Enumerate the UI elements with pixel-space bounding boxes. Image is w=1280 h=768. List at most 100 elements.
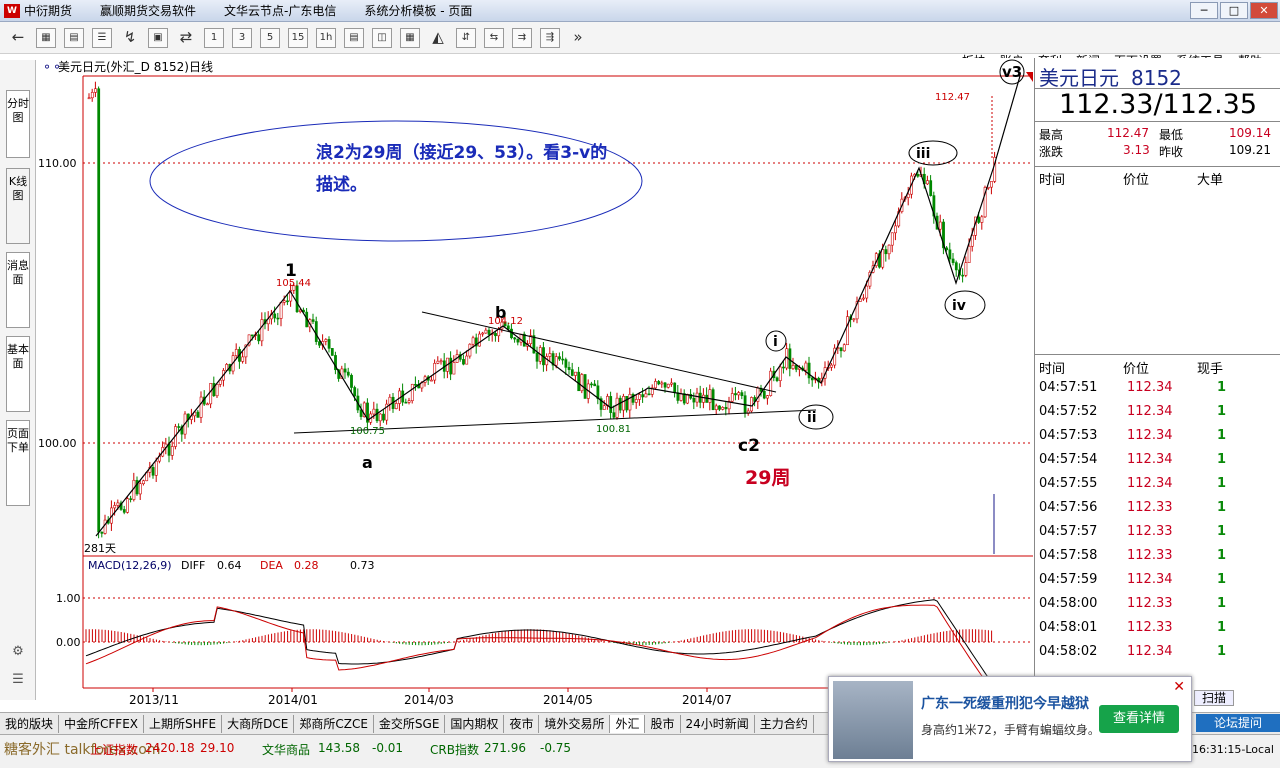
split-icon[interactable]: ◫: [372, 27, 392, 48]
layout-icon[interactable]: ▦: [400, 27, 420, 48]
forward-icon[interactable]: ⇉: [512, 27, 532, 48]
tab-night[interactable]: 夜市: [504, 714, 540, 733]
candle-body: [465, 355, 469, 365]
minimize-button[interactable]: ─: [1190, 2, 1218, 19]
tab-overseas[interactable]: 境外交易所: [539, 714, 611, 733]
scan-tab[interactable]: 扫描: [1194, 690, 1234, 706]
candle-body: [548, 353, 552, 357]
annotation-line2: 描述。: [316, 174, 367, 195]
annotation-ellipse: [149, 120, 643, 242]
candle-body: [929, 180, 933, 196]
candle-body: [657, 381, 661, 385]
back-icon[interactable]: ←: [8, 28, 28, 48]
draw-icon[interactable]: ↯: [120, 28, 140, 48]
chart-icon[interactable]: ▤: [64, 27, 84, 48]
tab-stocks[interactable]: 股市: [645, 714, 681, 733]
list-icon[interactable]: ☰: [92, 27, 112, 48]
tab-dce[interactable]: 大商所DCE: [222, 714, 295, 733]
swap-icon[interactable]: ⇆: [484, 27, 504, 48]
quote-row-high-low: 最高 112.47 最低 109.14: [1035, 126, 1280, 142]
tab-czce[interactable]: 郑商所CZCE: [294, 714, 374, 733]
candle-body: [644, 393, 648, 398]
period-1-button[interactable]: 1: [204, 27, 224, 48]
tab-news[interactable]: 消息面: [6, 252, 30, 328]
grid-icon[interactable]: ▦: [36, 27, 56, 48]
candle-body: [778, 366, 782, 381]
tick-row: 04:57:54 112.34 1: [1035, 452, 1280, 476]
candle-body: [762, 391, 766, 399]
tab-kline[interactable]: K线图: [6, 168, 30, 244]
forum-ask-button[interactable]: 论坛提问: [1196, 714, 1280, 732]
candle-body: [647, 393, 651, 396]
price-label-top: 112.47: [935, 92, 970, 103]
candle-body: [286, 300, 289, 303]
tick-row: 04:57:57 112.33 1: [1035, 524, 1280, 548]
tick-row: 04:58:01 112.33 1: [1035, 620, 1280, 644]
tab-cffex[interactable]: 中金所CFFEX: [59, 714, 145, 733]
kline-chart[interactable]: ⚬⚬ 美元日元(外汇_D 8152)日线 110.00 100.00 MACD(…: [36, 58, 1033, 707]
tick-row: 04:57:55 112.34 1: [1035, 476, 1280, 500]
days-label: 281天: [84, 542, 116, 555]
candle-body: [561, 358, 565, 361]
candle-body: [577, 371, 581, 392]
maximize-button[interactable]: □: [1220, 2, 1248, 19]
sort-icon[interactable]: ⇵: [456, 27, 476, 48]
dea-label: DEA: [260, 559, 283, 572]
low-value: 109.14: [1229, 126, 1271, 140]
candle-body: [846, 316, 849, 346]
tab-timeshare[interactable]: 分时图: [6, 90, 30, 158]
tab-main-contracts[interactable]: 主力合约: [755, 714, 814, 733]
tab-shfe[interactable]: 上期所SHFE: [144, 714, 223, 733]
tab-24h-news[interactable]: 24小时新闻: [681, 714, 755, 733]
big-hdr-price: 价位: [1123, 173, 1150, 188]
tab-sge[interactable]: 金交所SGE: [374, 714, 446, 733]
tick-qty: 1: [1217, 404, 1227, 419]
macd-y-label-1: 1.00: [56, 592, 81, 605]
news-popup[interactable]: 广东一死缓重刑犯今早越狱 身高约1米72，手臂有蝙蝠纹身。 查看详情 ✕: [828, 676, 1192, 762]
candle-body: [769, 370, 773, 396]
tab-domestic-options[interactable]: 国内期权: [445, 714, 505, 733]
candle-body: [170, 446, 174, 456]
candle-body: [209, 383, 213, 405]
period-15-button[interactable]: 15: [288, 27, 308, 48]
candle-body: [625, 396, 629, 411]
period-1h-button[interactable]: 1h: [316, 27, 336, 48]
shape-icon[interactable]: ◭: [428, 28, 448, 48]
candle-body: [750, 397, 753, 412]
period-5-button[interactable]: 5: [260, 27, 280, 48]
candle-body: [250, 334, 254, 337]
tick-hdr-price: 价位: [1123, 362, 1150, 377]
candle-body: [545, 356, 549, 366]
candle-body: [926, 180, 929, 185]
period-day-button[interactable]: ▤: [344, 27, 364, 48]
tick-qty: 1: [1217, 452, 1227, 467]
candle-body: [478, 333, 481, 347]
tick-price: 112.33: [1127, 596, 1173, 611]
candle-body: [394, 403, 398, 409]
period-3-button[interactable]: 3: [232, 27, 252, 48]
window-icon[interactable]: ▣: [148, 27, 168, 48]
tab-fundamentals[interactable]: 基本面: [6, 336, 30, 412]
news-image: [833, 681, 913, 759]
title-app: 赢顺期货交易软件: [100, 4, 197, 18]
tab-forex[interactable]: 外汇: [610, 714, 646, 733]
candle-body: [714, 405, 718, 411]
fast-forward-icon[interactable]: ⇶: [540, 27, 560, 48]
big-order-header: 时间 价位 大单: [1035, 166, 1280, 188]
tab-my-sectors[interactable]: 我的版块: [0, 714, 60, 733]
tab-order[interactable]: 页面下单: [6, 420, 30, 506]
candle-body: [516, 338, 520, 343]
close-icon[interactable]: ✕: [1173, 679, 1185, 695]
tick-price: 112.33: [1127, 620, 1173, 635]
candle-body: [951, 258, 955, 263]
list-settings-icon[interactable]: ☰: [8, 672, 28, 687]
close-button[interactable]: ✕: [1250, 2, 1278, 19]
candle-body: [375, 408, 379, 422]
switch-icon[interactable]: ⇄: [176, 28, 196, 48]
idx3-change: -0.75: [540, 741, 572, 755]
more-icon[interactable]: »: [568, 28, 588, 48]
gear-icon[interactable]: ⚙: [8, 644, 28, 659]
view-details-button[interactable]: 查看详情: [1099, 705, 1179, 733]
news-headline[interactable]: 广东一死缓重刑犯今早越狱: [921, 693, 1089, 713]
candle-body: [346, 371, 350, 376]
